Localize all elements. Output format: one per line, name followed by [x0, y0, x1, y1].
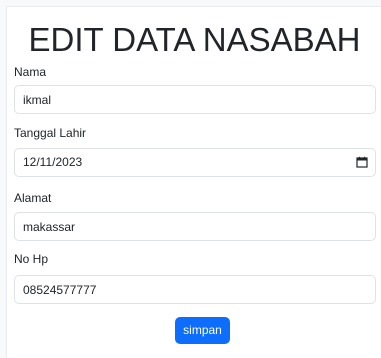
no-hp-input[interactable] [14, 275, 376, 304]
tanggal-lahir-value: 12/11/2023 [23, 155, 83, 169]
calendar-icon[interactable] [356, 156, 368, 168]
edit-form-card: EDIT DATA NASABAH Nama Tanggal Lahir 12/… [6, 6, 381, 358]
nama-label: Nama [14, 65, 47, 79]
alamat-input[interactable] [14, 212, 376, 241]
tanggal-lahir-input[interactable]: 12/11/2023 [14, 148, 376, 177]
page-title: EDIT DATA NASABAH [28, 21, 361, 58]
tanggal-lahir-label: Tanggal Lahir [14, 126, 87, 140]
nama-input[interactable] [14, 85, 376, 114]
alamat-label: Alamat [14, 191, 52, 205]
no-hp-label: No Hp [14, 252, 49, 266]
save-button[interactable]: simpan [175, 317, 230, 344]
